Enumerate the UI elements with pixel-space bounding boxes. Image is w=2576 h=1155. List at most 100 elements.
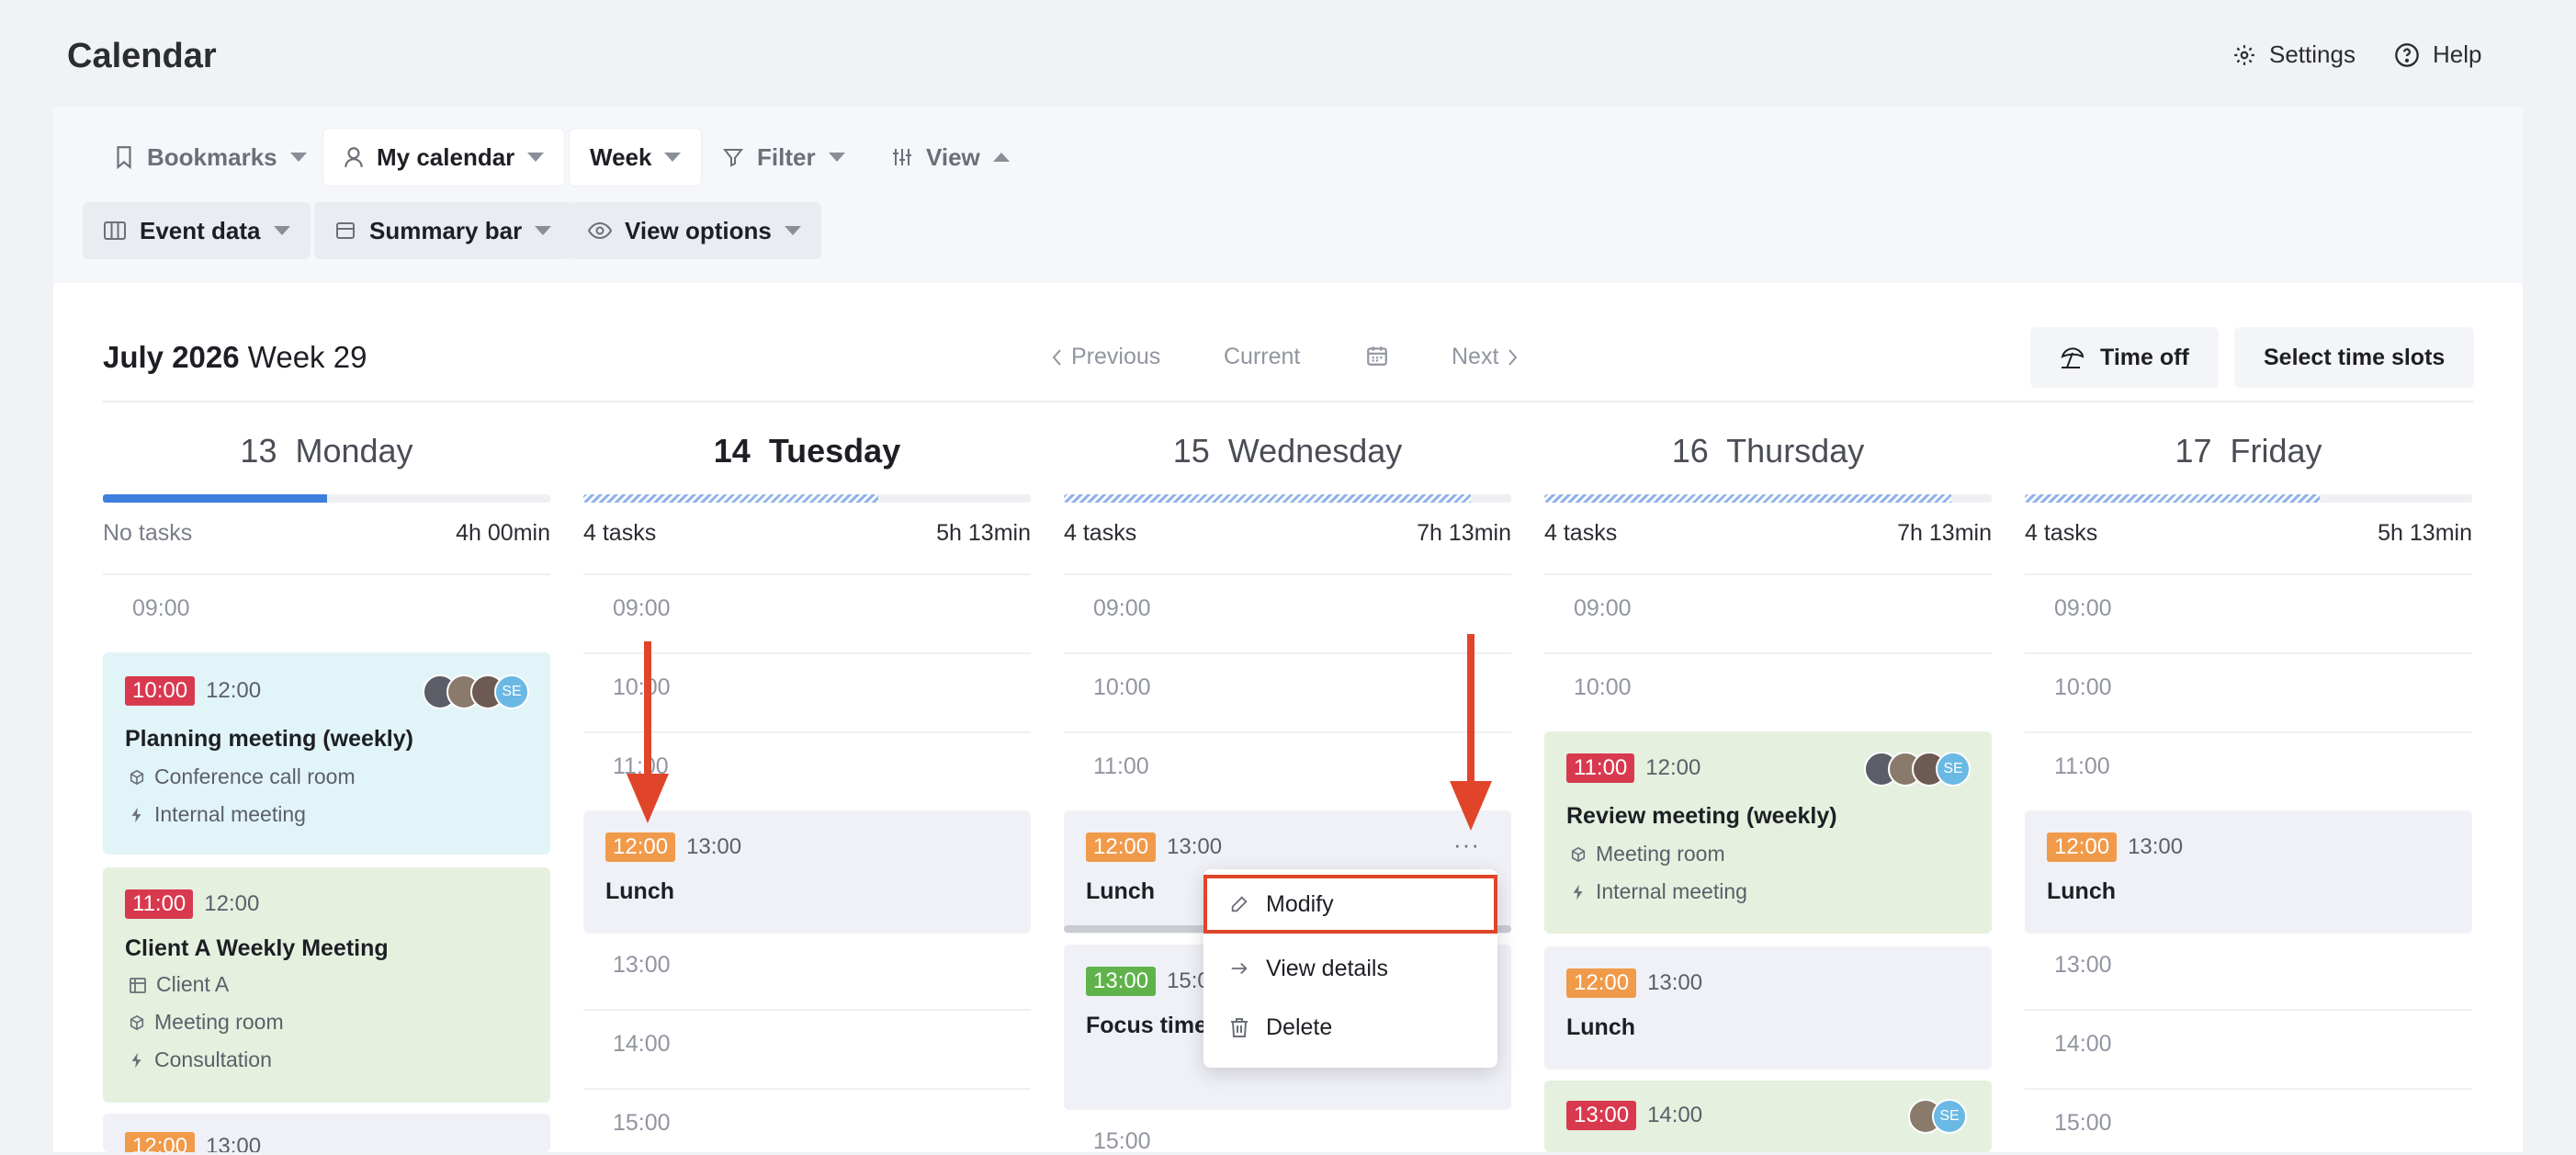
event-data-label: Event data xyxy=(140,216,261,244)
workload-fill xyxy=(1544,494,1952,503)
event-card-lunch-tuesday[interactable]: 12:00 13:00 Lunch xyxy=(583,810,1031,934)
event-title: Lunch xyxy=(605,878,674,904)
event-time: 10:00 12:00 xyxy=(125,676,261,706)
view-details-label: View details xyxy=(1266,955,1388,981)
help-label: Help xyxy=(2433,40,2482,68)
day-number: 17 xyxy=(2175,432,2212,470)
attendee-avatars: SE xyxy=(1864,752,1971,787)
help-link[interactable]: Help xyxy=(2394,40,2481,69)
summary-bar-icon xyxy=(334,220,356,242)
start-time-badge: 12:00 xyxy=(1566,968,1637,998)
event-type: Internal meeting xyxy=(129,802,306,827)
event-card-review-meeting[interactable]: 11:00 12:00 SE Review meeting (weekly) M… xyxy=(1544,731,1992,934)
end-time: 13:00 xyxy=(206,1134,262,1152)
workload-fill xyxy=(1064,494,1472,503)
divider xyxy=(2025,1009,2472,1011)
user-icon xyxy=(344,145,364,169)
modify-label: Modify xyxy=(1266,890,1334,917)
chevron-down-icon xyxy=(535,226,552,235)
total-duration: 7h 13min xyxy=(1897,520,1992,546)
my-calendar-dropdown[interactable]: My calendar xyxy=(323,129,565,186)
event-location: Conference call room xyxy=(129,764,356,789)
day-summary: 4 tasks 7h 13min xyxy=(1544,520,1992,547)
calendar-icon xyxy=(1365,344,1389,368)
view-options-dropdown[interactable]: View options xyxy=(568,202,821,259)
event-data-dropdown[interactable]: Event data xyxy=(83,202,311,259)
attendee-avatars: SE xyxy=(423,674,529,709)
day-name: Friday xyxy=(2230,432,2322,470)
event-title: Lunch xyxy=(2047,878,2116,904)
time-label: 11:00 xyxy=(2054,753,2110,779)
location-text: Meeting room xyxy=(1596,842,1725,866)
event-card-lunch-friday[interactable]: 12:00 13:00 Lunch xyxy=(2025,810,2472,934)
chevron-left-icon xyxy=(1051,348,1062,367)
event-title: Lunch xyxy=(1566,1014,1635,1040)
time-label: 15:00 xyxy=(1093,1128,1151,1154)
event-title: Planning meeting (weekly) xyxy=(125,726,413,752)
day-number: 16 xyxy=(1671,432,1709,470)
filter-dropdown[interactable]: Filter xyxy=(702,129,865,186)
delete-menu-item[interactable]: Delete xyxy=(1203,998,1497,1057)
time-label: 10:00 xyxy=(2054,674,2112,700)
week-dropdown[interactable]: Week xyxy=(570,129,702,186)
chevron-down-icon xyxy=(828,153,845,162)
time-label: 09:00 xyxy=(132,595,190,621)
divider xyxy=(1064,652,1511,654)
event-card-client-a[interactable]: 11:00 12:00 Client A Weekly Meeting Clie… xyxy=(103,867,550,1103)
event-time: 12:00 13:00 xyxy=(1086,832,1222,862)
event-time: 11:00 12:00 xyxy=(1566,753,1700,783)
avatar: SE xyxy=(494,674,529,709)
chevron-up-icon xyxy=(992,153,1010,162)
event-time: 13:00 14:00 xyxy=(1566,1101,1702,1130)
day-number: 14 xyxy=(713,432,751,470)
annotation-arrow-icon xyxy=(1450,634,1492,831)
event-context-menu: Modify View details Delete xyxy=(1203,869,1497,1068)
start-time-badge: 13:00 xyxy=(1566,1101,1637,1130)
modify-menu-item[interactable]: Modify xyxy=(1203,875,1497,934)
divider xyxy=(1544,573,1992,575)
chevron-right-icon xyxy=(1508,348,1519,367)
event-title: Client A Weekly Meeting xyxy=(125,935,389,961)
day-column-thursday: 16 Thursday 4 tasks 7h 13min 09:00 10:00 xyxy=(1544,432,1992,700)
more-options-icon[interactable]: ··· xyxy=(1453,831,1480,859)
eye-icon xyxy=(588,221,612,241)
divider xyxy=(2025,652,2472,654)
current-button[interactable]: Current xyxy=(1224,344,1300,370)
event-card-monday-partial[interactable]: 12:00 13:00 xyxy=(103,1114,550,1152)
event-title: Lunch xyxy=(1086,878,1155,904)
task-count: 4 tasks xyxy=(1064,520,1137,546)
chevron-down-icon xyxy=(664,153,682,162)
next-button[interactable]: Next xyxy=(1452,344,1519,370)
time-label: 14:00 xyxy=(613,1031,671,1057)
view-dropdown[interactable]: View xyxy=(871,129,1030,186)
view-details-menu-item[interactable]: View details xyxy=(1203,939,1497,998)
select-time-slots-label: Select time slots xyxy=(2264,344,2446,370)
time-label: 09:00 xyxy=(2054,595,2112,621)
date-picker-button[interactable] xyxy=(1365,344,1389,368)
time-off-button[interactable]: Time off xyxy=(2030,327,2219,388)
bookmarks-dropdown[interactable]: Bookmarks xyxy=(94,129,327,186)
task-count: 4 tasks xyxy=(1544,520,1618,546)
week-label: Week xyxy=(590,142,652,171)
annotation-arrow-icon xyxy=(627,641,669,823)
event-card-lunch-thursday[interactable]: 12:00 13:00 Lunch xyxy=(1544,946,1992,1070)
arrow-right-icon xyxy=(1229,958,1249,979)
time-label: 09:00 xyxy=(1574,595,1632,621)
trash-icon xyxy=(1229,1016,1249,1038)
gear-icon xyxy=(2232,43,2256,67)
settings-label: Settings xyxy=(2269,40,2356,68)
event-title: Focus time xyxy=(1086,1013,1207,1038)
workload-bar xyxy=(1064,494,1511,503)
end-time: 12:00 xyxy=(1645,755,1701,780)
event-card-planning-meeting[interactable]: 10:00 12:00 SE Planning meeting (weekly)… xyxy=(103,652,550,855)
time-label: 10:00 xyxy=(1574,674,1632,700)
workload-fill xyxy=(103,494,327,503)
settings-link[interactable]: Settings xyxy=(2232,40,2356,69)
day-name: Wednesday xyxy=(1227,432,1403,470)
next-label: Next xyxy=(1452,344,1499,369)
summary-bar-dropdown[interactable]: Summary bar xyxy=(314,202,572,259)
previous-button[interactable]: Previous xyxy=(1051,344,1160,370)
event-card-thursday-1300[interactable]: 13:00 14:00 SE xyxy=(1544,1081,1992,1152)
event-time: 12:00 13:00 xyxy=(605,832,741,862)
select-time-slots-button[interactable]: Select time slots xyxy=(2234,327,2475,388)
